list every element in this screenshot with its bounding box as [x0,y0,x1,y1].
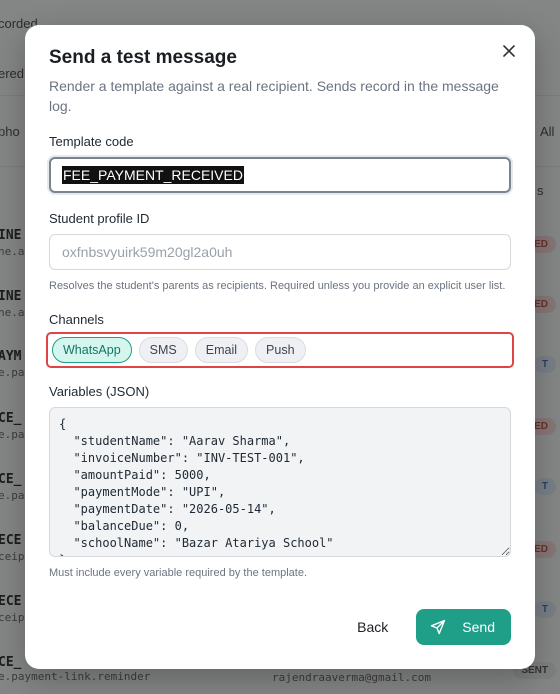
student-profile-label: Student profile ID [49,211,150,226]
channels-group: WhatsApp SMS Email Push [46,332,514,368]
variables-hint: Must include every variable required by … [49,567,308,579]
channels-label: Channels [49,312,104,327]
channel-chip-email[interactable]: Email [194,337,249,363]
back-button[interactable]: Back [343,611,402,643]
variables-label: Variables (JSON) [49,384,150,399]
send-button-label: Send [462,619,495,635]
student-profile-input[interactable] [49,234,511,270]
send-icon [431,619,446,635]
template-code-value: FEE_PAYMENT_RECEIVED [62,166,244,184]
close-button[interactable] [497,39,521,63]
student-profile-hint: Resolves the student's parents as recipi… [49,280,506,292]
dialog-title: Send a test message [49,47,237,68]
send-test-message-dialog: Send a test message Render a template ag… [25,25,535,669]
send-button[interactable]: Send [416,609,511,645]
channel-chip-sms[interactable]: SMS [138,337,188,363]
template-code-input[interactable]: FEE_PAYMENT_RECEIVED [49,157,511,193]
close-icon [503,45,515,57]
channel-chip-whatsapp[interactable]: WhatsApp [52,337,132,363]
channel-chip-push[interactable]: Push [255,337,306,363]
template-code-label: Template code [49,134,134,149]
dialog-subtitle: Render a template against a real recipie… [49,78,499,114]
dialog-footer: Back Send [343,609,511,645]
variables-json-editor[interactable] [49,407,511,557]
